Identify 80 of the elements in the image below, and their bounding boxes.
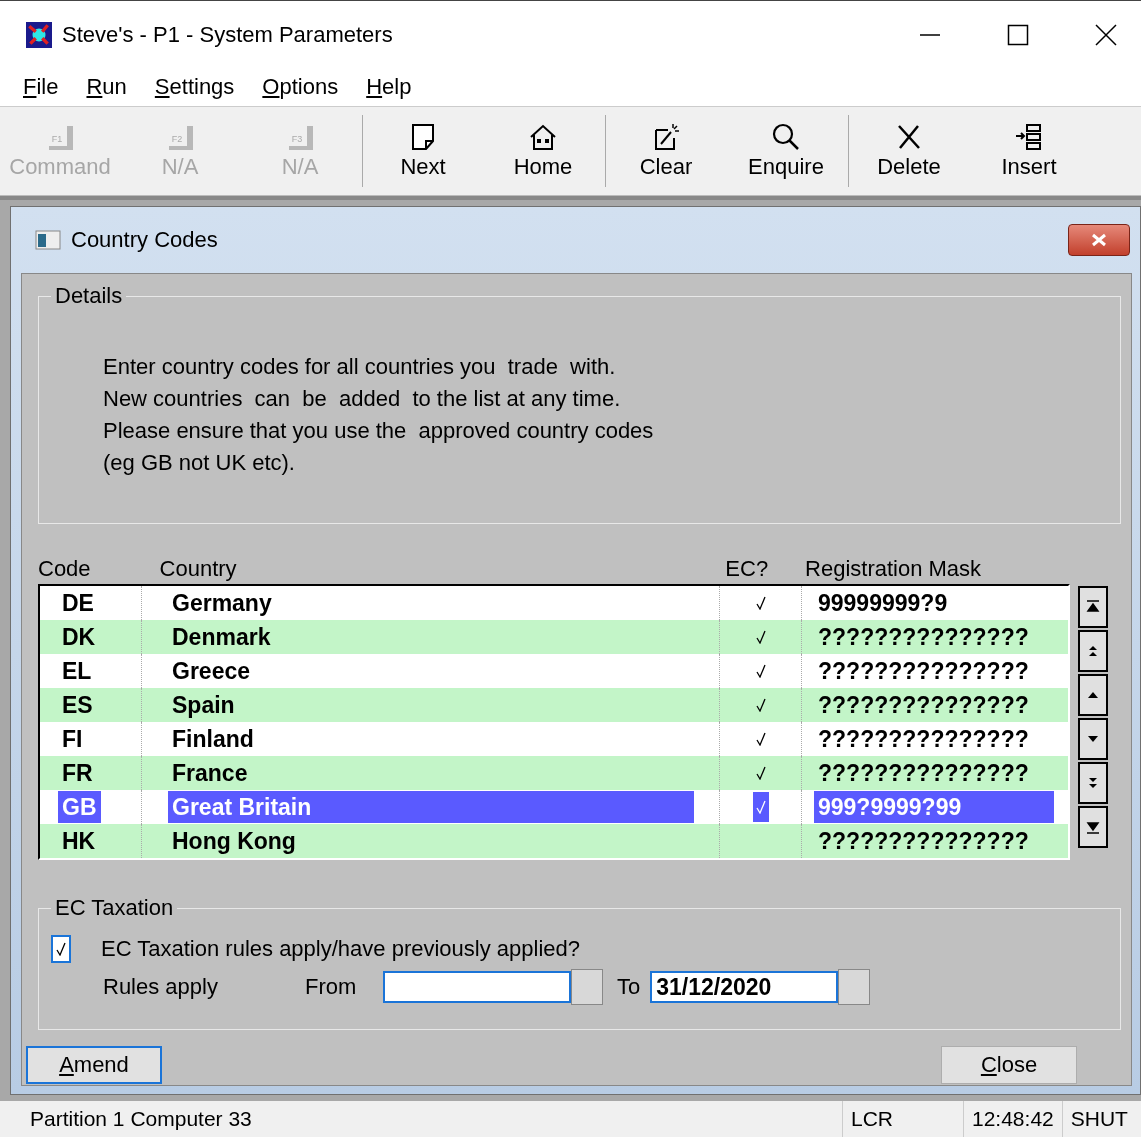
scroll-top-icon [1086, 599, 1100, 615]
toolbar-button[interactable]: Next [363, 122, 483, 180]
scroll-button[interactable] [1078, 762, 1108, 804]
table-cell-text: ??????????????? [817, 827, 1030, 856]
table-cell-text: France [171, 759, 249, 788]
column-header: Code [38, 556, 92, 582]
menu-item[interactable]: Help [366, 74, 412, 100]
scroll-bottom-icon [1086, 819, 1100, 835]
toolbar-button[interactable]: Clear [606, 122, 726, 180]
close-icon [1090, 233, 1108, 247]
column-header: EC? [725, 556, 770, 582]
table-cell-text: 99999999?9 [817, 589, 949, 618]
amend-button[interactable]: Amend [26, 1046, 162, 1084]
table-cell-text: ??????????????? [817, 725, 1030, 754]
menu-item[interactable]: Run [86, 74, 127, 100]
table-cell-text: Denmark [171, 623, 272, 652]
table-row[interactable]: ES Spain ??????????????? [40, 688, 1068, 722]
checkbox[interactable] [51, 935, 71, 963]
search-icon [771, 122, 801, 152]
table-cell-text: ES [61, 691, 94, 720]
window-title: Steve's - P1 - System Parameters [62, 21, 393, 48]
menu-item[interactable]: Settings [154, 74, 235, 100]
status-text: Partition 1 Computer 33 [0, 1101, 843, 1137]
status-text: SHUT [1069, 1106, 1129, 1132]
table-cell-text: ??????????????? [817, 623, 1030, 652]
table-cell-text: Hong Kong [171, 827, 297, 856]
maximize-icon[interactable] [1007, 23, 1029, 46]
table-cell-text: HK [61, 827, 97, 856]
close-icon[interactable] [1095, 23, 1117, 46]
table-row[interactable]: HK Hong Kong ??????????????? [40, 824, 1068, 858]
instruction-text: Enter country codes for all countries you trade with. [103, 353, 617, 381]
column-header: Registration Mask [805, 556, 983, 582]
column-header: Country [159, 556, 238, 582]
instruction-text: New countries can be added to the list at any time. [103, 385, 622, 413]
table-cell-text: Greece [171, 657, 251, 686]
scroll-button[interactable] [1078, 674, 1108, 716]
menu-item[interactable]: Options [262, 74, 339, 100]
table-row[interactable]: FR France ??????????????? [40, 756, 1068, 790]
table-cell-text: ??????????????? [817, 759, 1030, 788]
toolbar-button[interactable]: Enquire [726, 122, 846, 180]
app-logo-icon [26, 21, 52, 48]
window-icon [35, 230, 61, 250]
instruction-text: (eg GB not UK etc). [103, 449, 296, 477]
table-cell-text: FR [61, 759, 94, 788]
house-icon [528, 122, 558, 152]
table-cell-text: Spain [171, 691, 236, 720]
status-text: 12:48:42 [964, 1101, 1063, 1137]
date-field[interactable]: 31/12/2020 [650, 971, 839, 1003]
date-field[interactable] [383, 971, 571, 1003]
table-cell-text: EL [61, 657, 93, 686]
field-label: From [305, 974, 358, 1000]
toolbar-button[interactable]: Insert [969, 122, 1089, 180]
field-label: To [617, 974, 641, 1000]
toolbar-button[interactable]: Delete [849, 122, 969, 180]
checkbox-label: EC Taxation rules apply/have previously applied? [101, 936, 580, 962]
table-cell-text: Germany [171, 589, 273, 618]
insert-icon [1014, 122, 1044, 152]
close-button[interactable] [1068, 224, 1130, 256]
table-cell: GB [58, 791, 101, 823]
instruction-text: Please ensure that you use the approved country codes [103, 417, 655, 445]
table-row[interactable]: DK Denmark ??????????????? [40, 620, 1068, 654]
status-text: LCR [843, 1101, 964, 1137]
menu-item[interactable]: File [23, 74, 59, 100]
table-cell-text: ??????????????? [817, 691, 1030, 720]
scroll-button[interactable] [1078, 630, 1108, 672]
tick-icon [56, 942, 66, 956]
table-cell-text: DK [61, 623, 97, 652]
scroll-button[interactable] [1078, 806, 1108, 848]
dialog-title: Country Codes [71, 227, 218, 253]
table-cell-text: DE [61, 589, 95, 618]
table-cell: 999?9999?99 [814, 791, 1054, 823]
table-cell-text: Finland [171, 725, 255, 754]
table-cell-text: FI [61, 725, 84, 754]
table-cell: Great Britain [168, 791, 694, 823]
scroll-button[interactable] [1078, 718, 1108, 760]
field-label: Rules apply [103, 974, 219, 1000]
table-cell-text: ??????????????? [817, 657, 1030, 686]
toolbar-button[interactable]: Home [483, 122, 603, 180]
close-dialog-button[interactable]: Close [941, 1046, 1077, 1084]
scroll-button[interactable] [1078, 586, 1108, 628]
